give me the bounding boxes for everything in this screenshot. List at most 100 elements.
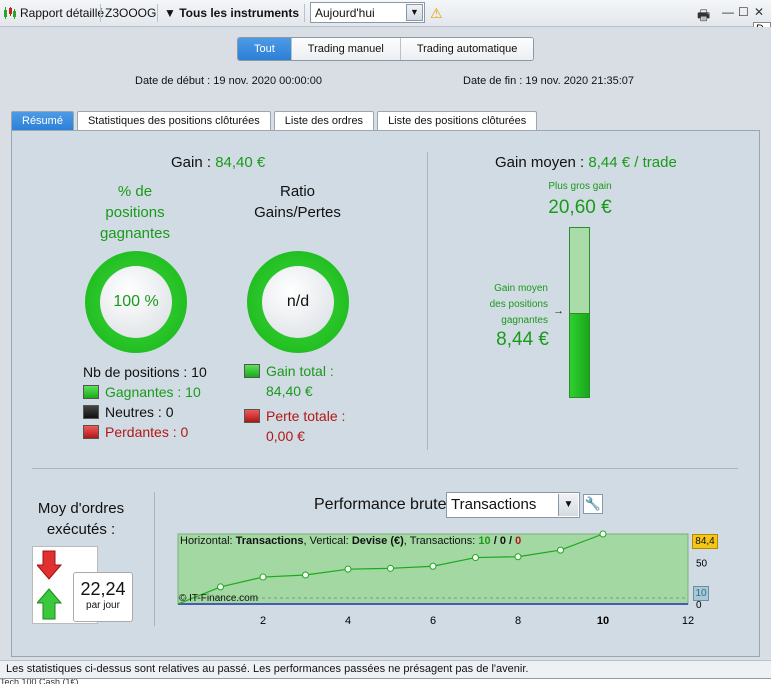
segment-all[interactable]: Tout [238,38,291,60]
ratio-value: n/d [262,266,334,338]
best-gain-label: Plus gros gain [548,181,612,192]
toolbar: Rapport détaillé Z3OOOG ▼ Tous les instr… [0,0,771,27]
partial-table-row: Tech 100 Cash (1€) [0,678,771,684]
positions-breakdown: Nb de positions : 10 Gagnantes : 10 Neut… [83,362,207,442]
avg-winning-label-line: Gain moyen [494,283,548,294]
warning-icon[interactable]: ⚠ [430,5,443,22]
toolbar-separator [157,4,158,22]
win-rate-title-line: gagnantes [99,225,171,242]
red-square-icon [244,409,260,423]
printer-icon[interactable]: 🖶 [697,5,710,29]
trading-mode-segmented: Tout Trading manuel Trading automatique [237,37,535,61]
data-point [514,553,522,561]
orders-title: Moy d'ordres exécutés : [30,498,132,540]
chevron-down-icon[interactable]: ▼ [558,494,578,516]
period-select[interactable]: Aujourd'hui ▼ [310,2,425,23]
close-icon[interactable]: ✕ [754,5,764,19]
legend-vertical-label: , Vertical: [303,535,349,547]
wrench-icon[interactable]: 🔧 [583,494,603,514]
losers-count: Perdantes : 0 [105,424,189,440]
gain-bar-fill [569,313,590,398]
x-tick-label: 12 [682,615,694,627]
tab-summary[interactable]: Résumé [11,111,74,131]
caret-down-icon: ▼ [164,6,176,20]
y-tick-label: 0 [696,600,702,611]
orders-average-unit: par jour [86,600,120,611]
losers-row: Perdantes : 0 [83,422,207,442]
detailed-report-button[interactable]: Rapport détaillé [3,6,104,20]
maximize-icon[interactable]: ☐ [738,5,749,19]
legend-separator: / [490,535,500,547]
green-square-icon [83,385,99,399]
performance-title: Performance brute [314,496,447,513]
performance-select[interactable]: Transactions ▼ [446,492,580,518]
total-loss-label: Perte totale : [266,408,346,424]
toolbar-separator [304,4,305,22]
ratio-gauge: n/d [247,251,349,353]
win-rate-value: 100 % [100,266,172,338]
data-point [387,564,394,572]
x-tick-label: 2 [260,615,266,627]
avg-gain-summary: Gain moyen : 8,44 € / trade [495,154,677,171]
ratio-title: Ratio Gains/Pertes [245,181,350,223]
arrow-right-icon: → [553,305,564,317]
avg-winning-label-line: des positions [489,299,548,310]
black-square-icon [83,405,99,419]
ratio-title-line: Ratio [279,183,316,200]
status-bar: Les statistiques ci-dessus sont relative… [0,660,771,678]
win-rate-title-line: % de [117,183,153,200]
legend-win-count: 10 [478,535,491,547]
red-square-icon [83,425,99,439]
win-rate-title-line: positions [105,204,165,221]
segment-automatic[interactable]: Trading automatique [399,38,534,60]
avg-gain-label: Gain moyen : [495,154,585,171]
chart-watermark: © IT-Finance.com [179,593,259,604]
neutrals-row: Neutres : 0 [83,402,207,422]
total-gain-value: 84,40 € [266,383,313,399]
avg-gain-value: 8,44 € / trade [588,154,677,171]
data-point [302,571,309,579]
vertical-divider [427,152,428,450]
legend-transactions-label: , Transactions: [403,535,476,547]
gain-value: 84,40 € [215,154,266,171]
minimize-icon[interactable]: — [722,5,734,19]
orders-title-line: exécutés : [46,521,116,538]
data-point [429,562,437,570]
orders-title-line: Moy d'ordres [37,500,125,517]
tab-closed-positions-list[interactable]: Liste des positions clôturées [377,111,538,131]
tab-closed-positions-stats[interactable]: Statistiques des positions clôturées [76,111,271,131]
instruments-label: Tous les instruments [179,6,300,20]
vertical-divider [154,492,155,626]
account-button[interactable]: Z3OOOG [105,6,156,20]
winners-count: Gagnantes : 10 [105,384,201,400]
avg-winning-value: 8,44 € [496,329,549,350]
data-point [557,546,564,554]
data-point [599,530,607,538]
data-point [259,573,267,581]
period-value: Aujourd'hui [315,6,375,20]
zero-badge: 10 [693,586,709,601]
performance-select-value: Transactions [451,496,537,513]
gain-label: Gain : [171,154,212,171]
buy-sell-arrows-icon [37,550,63,620]
data-point [217,583,224,591]
y-tick-label: 50 [696,559,708,570]
chevron-down-icon[interactable]: ▼ [406,4,423,21]
win-rate-gauge: 100 % [85,251,187,353]
positions-count: Nb de positions : 10 [83,364,207,380]
x-tick-label: 4 [345,615,351,627]
legend-separator: / [505,535,516,547]
data-point [472,554,479,562]
x-tick-label: 8 [515,615,521,627]
avg-winning-label-line: gagnantes [501,315,548,326]
candlestick-icon [4,7,16,19]
horizontal-divider [32,468,738,469]
total-loss-value: 0,00 € [266,428,305,444]
segment-manual[interactable]: Trading manuel [290,38,400,60]
total-loss: Perte totale : 0,00 € [244,406,345,446]
instruments-dropdown[interactable]: ▼ Tous les instruments [164,6,299,20]
tab-orders-list[interactable]: Liste des ordres [273,111,375,131]
total-gain-label: Gain total : [266,363,334,379]
data-point [344,565,352,573]
last-value-badge: 84,4 [692,534,718,549]
